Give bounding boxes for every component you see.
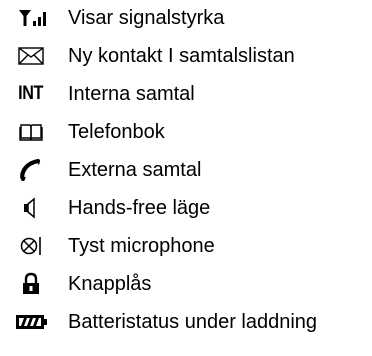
legend-item: Batteristatus under laddning — [0, 304, 372, 340]
legend-item: Knapplås — [0, 266, 372, 302]
speaker-icon — [14, 194, 48, 222]
legend-item: Telefonbok — [0, 114, 372, 150]
open-book-icon — [14, 118, 48, 146]
legend-item: Ny kontakt I samtalslistan — [0, 38, 372, 74]
handset-icon — [14, 156, 48, 184]
int-icon-text: INT — [18, 83, 44, 104]
legend-label: Ny kontakt I samtalslistan — [68, 45, 295, 67]
legend-item: Visar signalstyrka — [0, 0, 372, 36]
legend-item: Tyst microphone — [0, 228, 372, 264]
legend-label: Interna samtal — [68, 83, 195, 105]
legend-label: Telefonbok — [68, 121, 165, 143]
mute-microphone-icon — [14, 232, 48, 260]
signal-strength-icon — [14, 4, 48, 32]
legend-label: Knapplås — [68, 273, 152, 295]
legend-label: Visar signalstyrka — [68, 7, 225, 29]
legend-label: Hands-free läge — [68, 197, 211, 219]
legend-item: Externa samtal — [0, 152, 372, 188]
legend-label: Batteristatus under laddning — [68, 311, 318, 333]
legend-label: Tyst microphone — [68, 235, 215, 257]
legend-item: Hands-free läge — [0, 190, 372, 226]
int-icon: INT — [14, 80, 48, 108]
envelope-icon — [14, 42, 48, 70]
battery-charging-icon — [14, 308, 48, 336]
legend-label: Externa samtal — [68, 159, 202, 181]
padlock-icon — [14, 270, 48, 298]
legend-item: INT Interna samtal — [0, 76, 372, 112]
